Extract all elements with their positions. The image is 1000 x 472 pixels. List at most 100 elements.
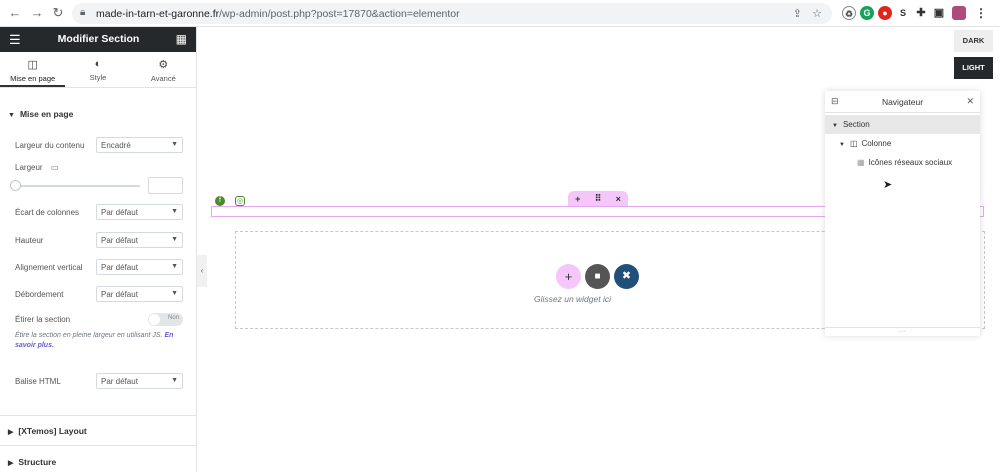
instagram-icon[interactable]: ◎ (235, 196, 245, 206)
add-section-icon[interactable]: + (575, 194, 580, 204)
html-tag-label: Balise HTML (15, 377, 61, 386)
vertical-align-label: Alignement vertical (15, 263, 83, 272)
caret-right-icon: ▶ (8, 460, 14, 467)
forward-arrow-icon[interactable]: → (30, 6, 44, 20)
stretch-help-text: Étire la section en pleine largeur en ut… (15, 331, 185, 351)
tab-style[interactable]: ◐ Style (65, 52, 130, 87)
width-number-input[interactable] (148, 177, 183, 194)
overflow-label: Débordement (15, 290, 64, 299)
sidepanel-icon[interactable]: ▣ (932, 6, 946, 20)
section-layout-toggle[interactable]: ▼ Mise en page (8, 109, 73, 119)
bookmark-star-icon[interactable]: ☆ (812, 7, 822, 20)
html-tag-select[interactable]: Par défaut ▼ (96, 373, 183, 389)
mouse-cursor-icon: ➤ (883, 179, 893, 191)
column-gap-label: Écart de colonnes (15, 208, 80, 217)
navigator-item-label: Section (842, 120, 870, 129)
height-value: Par défaut (101, 236, 138, 245)
width-slider-handle[interactable] (10, 180, 21, 191)
share-icon[interactable]: ⇪ (793, 7, 802, 20)
content-width-select[interactable]: Encadré ▼ (96, 137, 183, 153)
extension-recycle-icon[interactable]: ♻ (842, 6, 856, 20)
tab-advanced-label: Avancé (150, 74, 176, 83)
panel-header: ☰ Modifier Section ▦ (0, 27, 196, 52)
column-gap-select[interactable]: Par défaut ▼ (96, 204, 183, 220)
drag-handle-icon[interactable]: ⠿ (595, 193, 602, 204)
section-xtemos-toggle[interactable]: ▶ [XTemos] Layout (8, 426, 87, 436)
add-widget-plus-icon[interactable]: + (556, 264, 581, 289)
navigator-item-social-icons[interactable]: ▦ Icônes réseaux sociaux (825, 153, 980, 172)
panel-collapse-chevron-icon[interactable]: ‹ (197, 255, 207, 287)
desktop-icon[interactable]: ▭ (51, 163, 59, 172)
content-width-label: Largeur du contenu (15, 141, 85, 150)
navigator-title: Navigateur (881, 97, 924, 107)
gear-icon: ⚙ (158, 59, 169, 71)
select-arrow-icon: ▼ (171, 236, 178, 243)
tab-layout-label: Mise en page (10, 74, 56, 83)
url-path: /wp-admin/post.php?post=17870&action=ele… (219, 8, 460, 20)
toggle-text: Non (167, 315, 179, 321)
section-structure-toggle[interactable]: ▶ Structure (8, 457, 56, 467)
vertical-align-select[interactable]: Par défaut ▼ (96, 259, 183, 275)
select-arrow-icon: ▼ (171, 290, 178, 297)
width-label-wrap: Largeur ▭ (15, 163, 58, 172)
template-library-icon[interactable]: ✖ (614, 264, 639, 289)
profile-avatar[interactable] (952, 6, 966, 20)
column-gap-value: Par défaut (101, 208, 138, 217)
widgets-grid-icon[interactable]: ▦ (176, 32, 187, 46)
vertical-align-value: Par défaut (101, 263, 138, 272)
navigator-header: ⊟ Navigateur ✕ (825, 91, 980, 113)
folder-icon[interactable]: ■ (585, 264, 610, 289)
close-icon[interactable]: ✕ (966, 96, 974, 107)
caret-down-icon: ▼ (832, 123, 838, 129)
extension-grammarly-icon[interactable]: G (860, 6, 874, 20)
delete-section-icon[interactable]: × (616, 194, 621, 204)
reload-icon[interactable]: ↻ (51, 6, 65, 20)
select-arrow-icon: ▼ (171, 377, 178, 384)
select-arrow-icon: ▼ (171, 208, 178, 215)
width-slider-track[interactable] (15, 185, 140, 187)
url-text: made-in-tarn-et-garonne.fr/wp-admin/post… (96, 8, 460, 20)
content-width-value: Encadré (101, 141, 131, 150)
browser-toolbar: ← → ↻ 🔒︎ made-in-tarn-et-garonne.fr/wp-a… (0, 0, 1000, 27)
dark-mode-button[interactable]: DARK (954, 30, 993, 52)
extensions-puzzle-icon[interactable]: ✚ (914, 6, 928, 20)
extension-adblock-icon[interactable]: ● (878, 6, 892, 20)
navigator-panel: ⊟ Navigateur ✕ ▼ Section ▼ ◫ Colonne ▦ Icône… (825, 91, 980, 336)
half-circle-icon: ◐ (94, 58, 102, 70)
tab-advanced[interactable]: ⚙ Avancé (131, 52, 196, 87)
navigator-item-label: Icônes réseaux sociaux (868, 158, 953, 167)
height-select[interactable]: Par défaut ▼ (96, 232, 183, 248)
panel-title: Modifier Section (57, 33, 140, 45)
tab-layout[interactable]: ◫ Mise en page (0, 52, 66, 87)
toggle-knob (149, 314, 160, 325)
section-xtemos-label: [XTemos] Layout (18, 426, 87, 436)
divider (0, 445, 196, 446)
navigator-item-section[interactable]: ▼ Section (825, 115, 980, 134)
address-bar[interactable]: 🔒︎ made-in-tarn-et-garonne.fr/wp-admin/p… (72, 3, 832, 24)
facebook-icon[interactable]: f (215, 196, 225, 206)
back-arrow-icon[interactable]: ← (8, 6, 22, 20)
caret-right-icon: ▶ (8, 429, 14, 436)
caret-down-icon: ▼ (839, 142, 845, 148)
extension-s-icon[interactable]: S (896, 6, 910, 20)
navigator-resize-handle[interactable]: ··· (825, 327, 980, 336)
divider (0, 415, 196, 416)
overflow-select[interactable]: Par défaut ▼ (96, 286, 183, 302)
stretch-section-toggle[interactable]: Non (148, 313, 183, 326)
navigator-item-column[interactable]: ▼ ◫ Colonne (825, 134, 980, 153)
light-mode-button[interactable]: LIGHT (954, 57, 993, 79)
navigator-item-label: Colonne (861, 139, 892, 148)
column-icon: ◫ (849, 139, 858, 148)
width-label: Largeur (15, 163, 43, 172)
elementor-panel: ☰ Modifier Section ▦ ◫ Mise en page ◐ St… (0, 27, 197, 472)
section-layout-label: Mise en page (19, 109, 74, 119)
select-arrow-icon: ▼ (171, 141, 178, 148)
panel-tabs: ◫ Mise en page ◐ Style ⚙ Avancé (0, 52, 196, 88)
layout-icon: ◫ (27, 59, 38, 71)
url-host: made-in-tarn-et-garonne.fr (96, 8, 220, 20)
overflow-value: Par défaut (101, 290, 138, 299)
section-handle: + ⠿ × (568, 191, 628, 206)
lock-icon: 🔒︎ (80, 7, 86, 18)
social-icons-widget-icon: ▦ (857, 158, 865, 167)
browser-menu-icon[interactable]: ⋮ (974, 6, 988, 20)
